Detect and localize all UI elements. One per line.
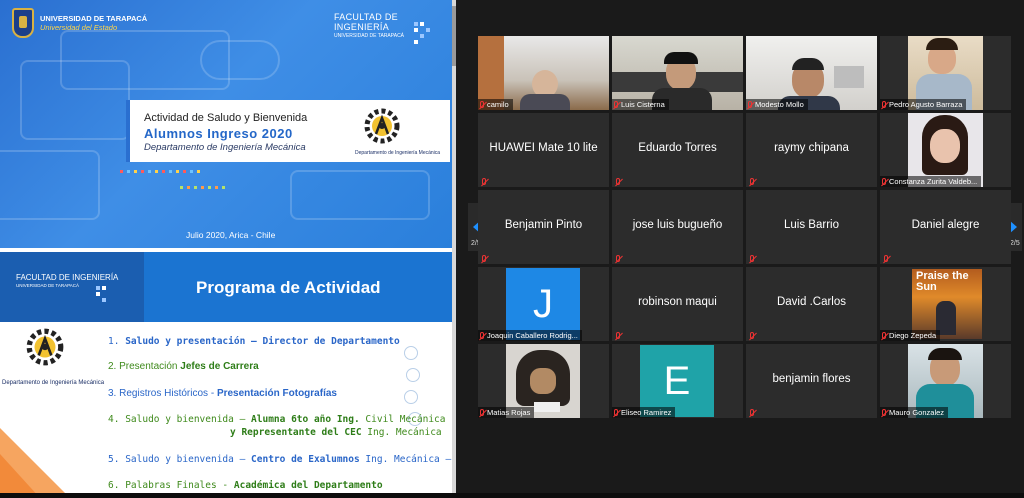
muted-mic-icon [750, 255, 754, 262]
slide-title: UNIVERSIDAD DE TARAPACÁ Universidad del … [0, 0, 452, 248]
participant-tile[interactable]: David .Carlos [746, 267, 877, 341]
page-indicator-right: 2/5 [1010, 240, 1020, 247]
participant-name-tag: Mauro Gonzalez [880, 407, 949, 418]
participant-tile[interactable]: Eduardo Torres [612, 113, 743, 187]
faculty-subtitle: UNIVERSIDAD DE TARAPACÁ [16, 283, 80, 288]
university-logo: UNIVERSIDAD DE TARAPACÁ Universidad del … [12, 8, 147, 38]
participant-name-tag: Diego Zepeda [880, 330, 941, 341]
participant-name-tag: Modesto Mollo [746, 99, 808, 110]
faculty-block: FACULTAD DE INGENIERÍA UNIVERSIDAD DE TA… [0, 252, 144, 322]
participant-tile[interactable]: robinson maqui [612, 267, 743, 341]
participant-tile[interactable]: Praise the Sun Diego Zepeda [880, 267, 1011, 341]
participant-name: Eduardo Torres [638, 142, 717, 154]
faculty-name: FACULTAD DE INGENIERÍA [16, 273, 119, 282]
participant-tile[interactable]: Luis Barrio [746, 190, 877, 264]
profile-image-text: Praise the Sun [916, 270, 969, 293]
bottom-strip [0, 493, 1024, 498]
department-title: Departamento de Ingeniería Mecánica [144, 142, 306, 153]
participant-name: benjamin flores [772, 373, 851, 385]
muted-mic-icon [616, 332, 620, 339]
participant-name: Luis Barrio [784, 219, 839, 231]
participant-name-tag: Constanza Zurita Valdeb... [880, 176, 982, 187]
students-title: Alumnos Ingreso 2020 [144, 126, 293, 141]
muted-mic-icon [482, 178, 486, 185]
agenda-item-1: 1. Saludo y presentación – Director de D… [108, 336, 400, 347]
muted-mic-icon [882, 101, 886, 108]
muted-mic-icon [882, 178, 886, 185]
muted-mic-icon [480, 409, 484, 416]
participant-name-tag: Eliseo Ramirez [612, 407, 676, 418]
participant-tile[interactable]: Mauro Gonzalez [880, 344, 1011, 418]
program-title: Programa de Actividad [196, 278, 381, 297]
muted-mic-icon [616, 255, 620, 262]
participant-name: Benjamin Pinto [504, 219, 583, 231]
participant-tile[interactable]: E Eliseo Ramirez [612, 344, 743, 418]
agenda-item-4b: y Representante del CEC Ing. Mecánica [230, 427, 442, 438]
participant-tile[interactable]: Modesto Mollo [746, 36, 877, 110]
agenda-item-3: 3. Registros Históricos - Presentación F… [108, 388, 337, 399]
participant-tile[interactable]: Luis Cisterna [612, 36, 743, 110]
participant-tile[interactable]: Pedro Agusto Barraza [880, 36, 1011, 110]
participant-tile[interactable]: jose luis bugueño [612, 190, 743, 264]
gear-logo-icon [26, 328, 64, 366]
participant-name: jose luis bugueño [632, 219, 723, 231]
participant-name-tag: Luis Cisterna [612, 99, 669, 110]
participant-tile[interactable]: Constanza Zurita Valdeb... [880, 113, 1011, 187]
agenda-item-6: 6. Palabras Finales - Académica del Depa… [108, 480, 383, 491]
agenda-item-2: 2. Presentación Jefes de Carrera [108, 361, 259, 372]
participant-tile[interactable]: Matias Rojas [478, 344, 609, 418]
participant-name: robinson maqui [638, 296, 717, 308]
participant-tile[interactable]: Daniel alegre [880, 190, 1011, 264]
muted-mic-icon [748, 101, 752, 108]
university-subtitle: Universidad del Estado [40, 23, 118, 32]
gear-logo-icon [364, 108, 400, 144]
slide-date: Julio 2020, Arica - Chile [186, 230, 276, 240]
muted-mic-icon [480, 332, 484, 339]
muted-mic-icon [750, 178, 754, 185]
participant-tile[interactable]: benjamin flores [746, 344, 877, 418]
faculty-name: FACULTAD DE INGENIERÍA [334, 12, 398, 32]
participant-name: Daniel alegre [911, 219, 980, 231]
shared-screen: UNIVERSIDAD DE TARAPACÁ Universidad del … [0, 0, 456, 498]
participant-name-tag: Joaquin Caballero Rodrig... [478, 330, 582, 341]
university-crest-icon [12, 8, 34, 38]
participant-tile[interactable]: Benjamin Pinto [478, 190, 609, 264]
participant-name-tag: Matias Rojas [478, 407, 535, 418]
participant-tile[interactable]: J Joaquin Caballero Rodrig... [478, 267, 609, 341]
gallery-view: 2/5 2/5 camilo Luis Cisterna Modesto Mol… [458, 0, 1024, 498]
participant-name: raymy chipana [774, 142, 849, 154]
muted-mic-icon [750, 409, 754, 416]
agenda-item-4: 4. Saludo y bienvenida – Alumna 6to año … [108, 414, 446, 425]
muted-mic-icon [614, 101, 618, 108]
university-name: UNIVERSIDAD DE TARAPACÁ [40, 14, 148, 23]
participant-tile[interactable]: HUAWEI Mate 10 lite [478, 113, 609, 187]
participant-tile[interactable]: camilo [478, 36, 609, 110]
muted-mic-icon [480, 101, 484, 108]
participant-name-tag: Pedro Agusto Barraza [880, 99, 967, 110]
participant-name: HUAWEI Mate 10 lite [489, 142, 598, 154]
muted-mic-icon [882, 409, 886, 416]
program-header: FACULTAD DE INGENIERÍA UNIVERSIDAD DE TA… [0, 252, 452, 322]
participant-name: David .Carlos [776, 296, 847, 308]
muted-mic-icon [614, 409, 618, 416]
faculty-subtitle: UNIVERSIDAD DE TARAPACÁ [334, 33, 405, 39]
muted-mic-icon [616, 178, 620, 185]
participant-tile[interactable]: raymy chipana [746, 113, 877, 187]
muted-mic-icon [482, 255, 486, 262]
share-scrollbar[interactable] [452, 0, 456, 498]
activity-title: Actividad de Saludo y Bienvenida [144, 112, 308, 124]
agenda-item-5: 5. Saludo y bienvenida – Centro de Exalu… [108, 454, 452, 465]
muted-mic-icon [750, 332, 754, 339]
department-caption: Departamento de Ingeniería Mecánica [2, 380, 105, 386]
department-caption: Departamento de Ingeniería Mecánica [355, 150, 441, 156]
slide-program: FACULTAD DE INGENIERÍA UNIVERSIDAD DE TA… [0, 250, 452, 498]
participant-name-tag: camilo [478, 99, 513, 110]
faculty-logo: FACULTAD DE INGENIERÍA UNIVERSIDAD DE TA… [334, 12, 452, 39]
muted-mic-icon [882, 332, 886, 339]
muted-mic-icon [884, 255, 888, 262]
decor-triangle-dark [0, 454, 40, 498]
